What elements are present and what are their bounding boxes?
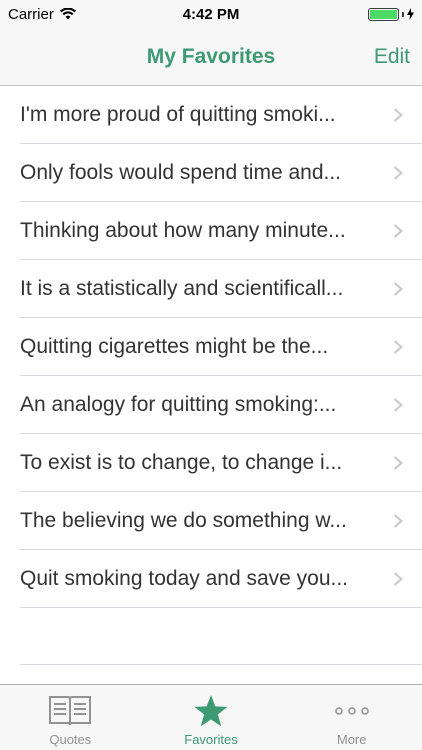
battery-tip	[402, 11, 404, 17]
status-bar: Carrier 4:42 PM	[0, 0, 422, 28]
list-item[interactable]: Quitting cigarettes might be the...	[20, 318, 422, 376]
chevron-right-icon	[393, 165, 404, 180]
charging-bolt-icon	[407, 8, 414, 20]
book-icon	[49, 696, 92, 726]
tab-more[interactable]: More	[281, 685, 422, 750]
page-title: My Favorites	[146, 44, 276, 68]
star-icon	[194, 695, 228, 727]
list-item[interactable]: Quit smoking today and save you...	[20, 550, 422, 608]
chevron-right-icon	[393, 513, 404, 528]
tab-bar: Quotes Favorites More	[0, 684, 422, 750]
list-item[interactable]: I'm more proud of quitting smoki...	[20, 86, 422, 144]
list-item-text: An analogy for quitting smoking:...	[20, 392, 337, 416]
list-item-text: Quit smoking today and save you...	[20, 566, 349, 590]
tab-label: Quotes	[49, 732, 92, 747]
tab-icon-wrap	[193, 692, 229, 730]
list-item-text: I'm more proud of quitting smoki...	[20, 102, 336, 126]
chevron-right-icon	[393, 223, 404, 238]
chevron-right-icon	[393, 397, 404, 412]
list-item[interactable]: It is a statistically and scientificall.…	[20, 260, 422, 318]
list-item-text: The believing we do something w...	[20, 508, 347, 532]
chevron-right-icon	[393, 339, 404, 354]
wifi-icon	[59, 8, 76, 20]
chevron-right-icon	[393, 107, 404, 122]
status-right	[368, 0, 414, 28]
list-item[interactable]: Thinking about how many minute...	[20, 202, 422, 260]
tab-label: Favorites	[184, 732, 238, 747]
list-item[interactable]: Only fools would spend time and...	[20, 144, 422, 202]
navigation-bar: My Favorites Edit	[0, 28, 422, 86]
list-item[interactable]: To exist is to change, to change i...	[20, 434, 422, 492]
list-item-text: Thinking about how many minute...	[20, 218, 346, 242]
chevron-right-icon	[393, 281, 404, 296]
list-item[interactable]: An analogy for quitting smoking:...	[20, 376, 422, 434]
battery-fill	[370, 9, 397, 19]
tab-icon-wrap	[48, 692, 92, 730]
more-dots-icon	[334, 707, 369, 715]
tab-favorites[interactable]: Favorites	[141, 685, 282, 750]
tab-quotes[interactable]: Quotes	[0, 685, 141, 750]
list-item-text: To exist is to change, to change i...	[20, 450, 343, 474]
list-item-text: Quitting cigarettes might be the...	[20, 334, 329, 358]
chevron-right-icon	[393, 571, 404, 586]
tab-icon-wrap	[334, 692, 369, 730]
status-left: Carrier	[8, 0, 76, 28]
favorites-list: I'm more proud of quitting smoki... Only…	[0, 86, 422, 608]
battery-icon	[368, 7, 399, 21]
tab-label: More	[336, 732, 367, 747]
list-separator	[20, 664, 422, 665]
list-item[interactable]: The believing we do something w...	[20, 492, 422, 550]
chevron-right-icon	[393, 455, 404, 470]
list-item-text: Only fools would spend time and...	[20, 160, 342, 184]
list-item-text: It is a statistically and scientificall.…	[20, 276, 344, 300]
edit-button[interactable]: Edit	[374, 28, 410, 85]
carrier-label: Carrier	[8, 5, 54, 23]
